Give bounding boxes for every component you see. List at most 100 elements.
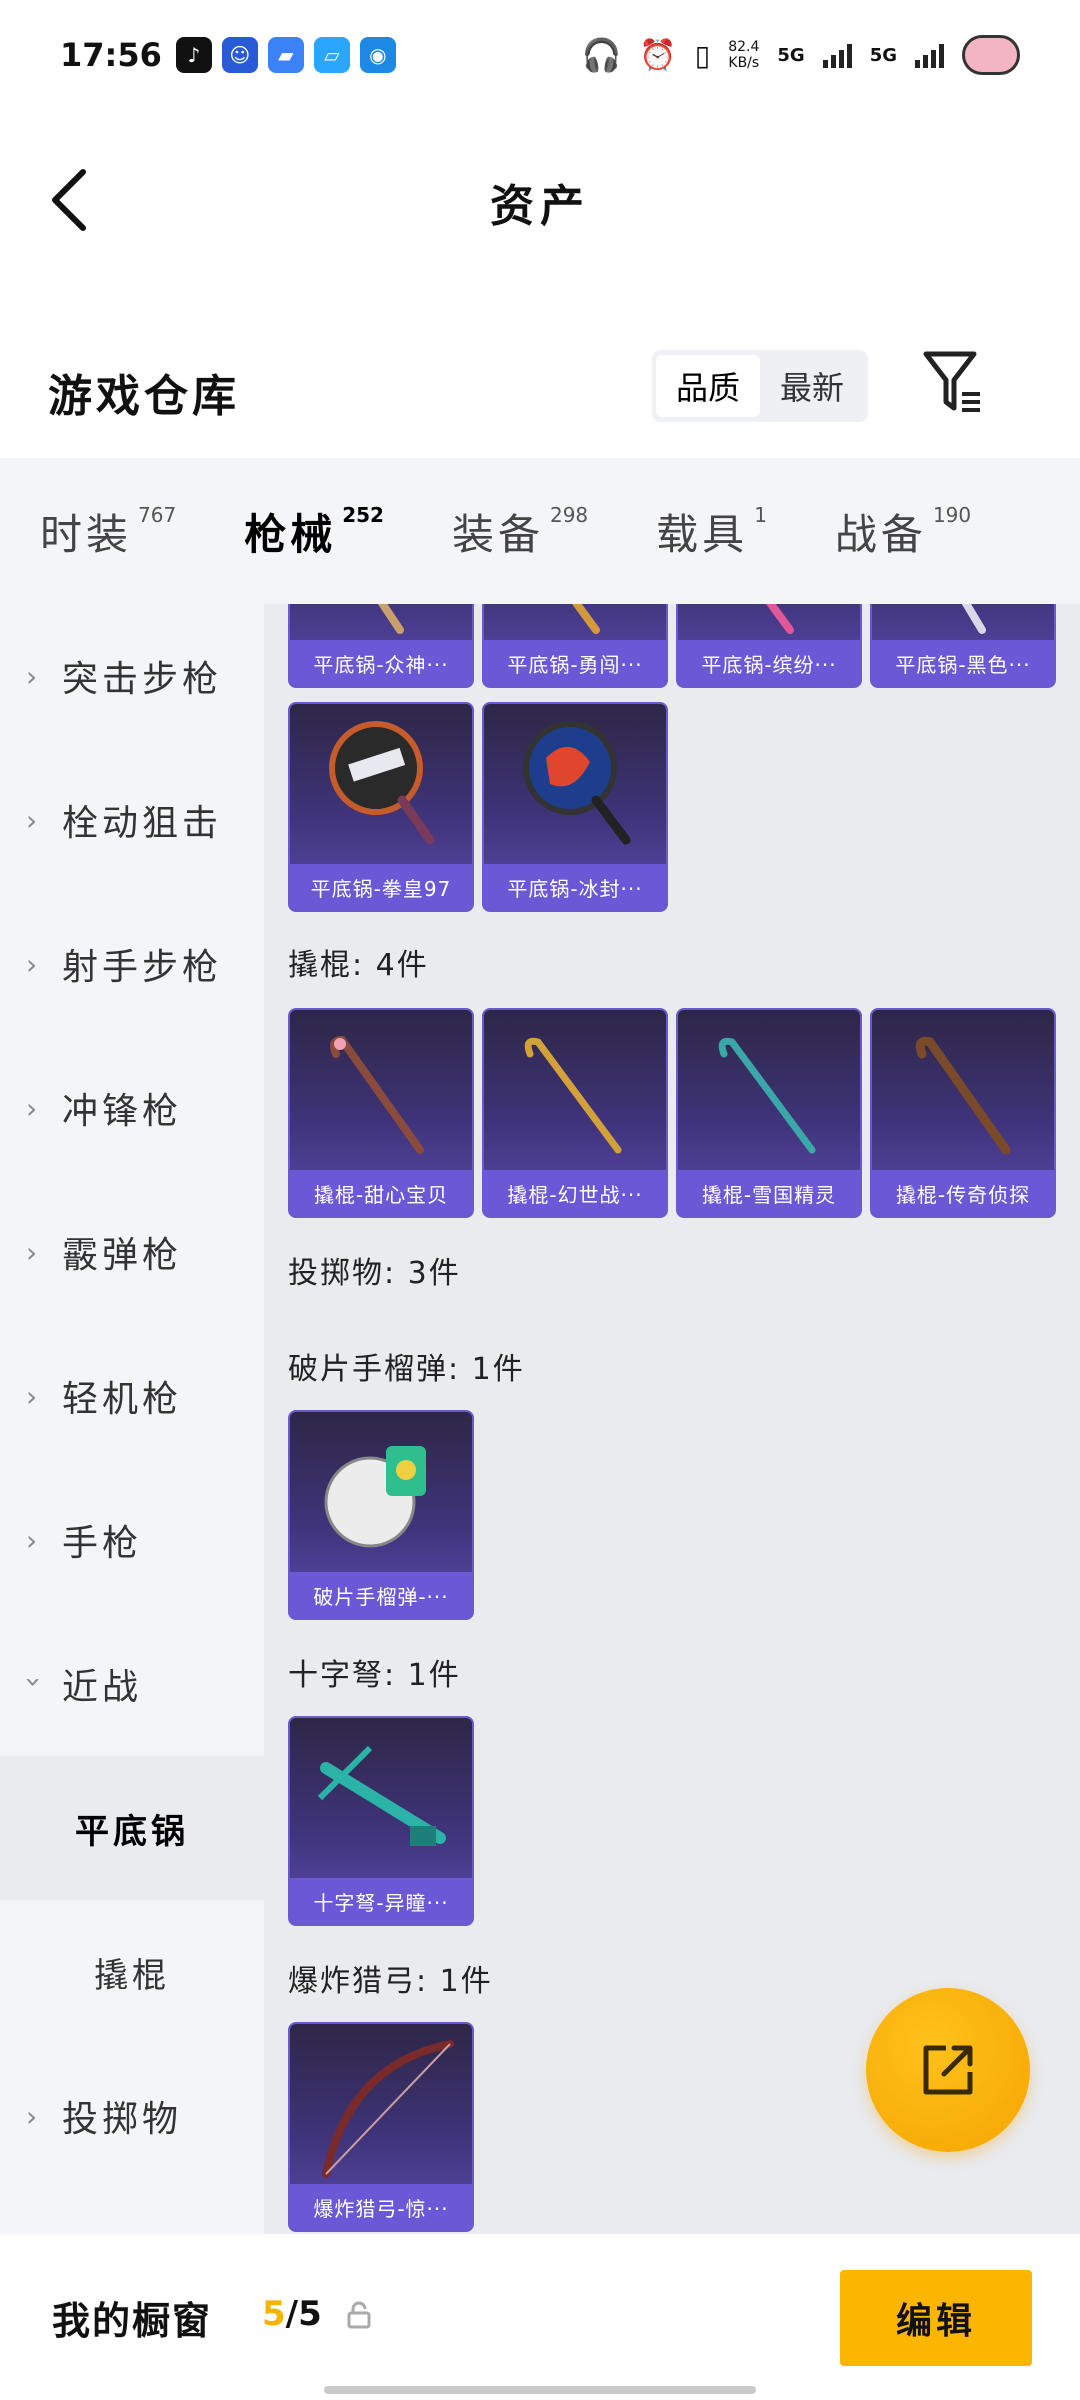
crowbar-icon — [524, 1037, 622, 1154]
item-card[interactable]: 平底锅-众神··· — [288, 604, 474, 688]
category-pistol[interactable]: › 手枪 — [0, 1468, 264, 1612]
item-label: 平底锅-勇闯··· — [484, 640, 666, 686]
item-card[interactable]: 爆炸猎弓-惊··· — [288, 2022, 474, 2232]
tab-label: 枪械 — [244, 509, 337, 559]
item-label: 平底锅-缤纷··· — [678, 640, 860, 686]
warehouse-bar: 游戏仓库 品质 最新 — [0, 340, 1080, 440]
item-card[interactable]: 平底锅-勇闯··· — [482, 604, 668, 688]
item-card[interactable]: 平底锅-缤纷··· — [676, 604, 862, 688]
speed-value: 82.4 — [728, 39, 760, 55]
signal-icon — [822, 42, 852, 68]
network-type-2: 5G — [869, 44, 897, 66]
network-type-1: 5G — [777, 44, 805, 66]
item-label: 平底锅-拳皇97 — [290, 864, 472, 910]
app-icon: ☺ — [221, 37, 258, 73]
item-card[interactable]: 撬棍-雪国精灵 — [676, 1008, 862, 1218]
item-label: 撬棍-甜心宝贝 — [290, 1170, 472, 1216]
pan-icon — [961, 604, 986, 634]
crowbar-icon — [330, 1035, 424, 1154]
share-icon — [923, 2045, 973, 2095]
item-label: 平底锅-众神··· — [290, 640, 472, 686]
tab-supplies[interactable]: 战备 190 — [835, 501, 971, 562]
pan-icon — [523, 721, 631, 845]
section-title-frag: 破片手榴弹: 1件 — [288, 1352, 525, 1387]
item-label: 撬棍-传奇侦探 — [872, 1170, 1054, 1216]
subcategory-pan[interactable]: 平底锅 — [0, 1756, 264, 1900]
warehouse-title: 游戏仓库 — [48, 371, 240, 422]
filter-button[interactable] — [920, 346, 984, 426]
showcase-count-current: 5 — [262, 2294, 286, 2334]
tab-label: 时装 — [40, 509, 133, 559]
item-card[interactable]: 十字弩-异瞳··· — [288, 1716, 474, 1926]
item-card[interactable]: 平底锅-冰封··· — [482, 702, 668, 912]
subcategory-crowbar[interactable]: 撬棍 — [0, 1900, 264, 2044]
category-label: 冲锋枪 — [62, 1091, 183, 1132]
filter-icon — [923, 351, 980, 412]
tiktok-icon: ♪ — [175, 37, 212, 73]
category-marksman-rifle[interactable]: › 射手步枪 — [0, 892, 264, 1036]
sort-newest[interactable]: 最新 — [760, 355, 864, 417]
status-time: 17:56 — [60, 36, 162, 74]
network-speed: 82.4 KB/s — [728, 39, 759, 71]
item-card[interactable]: 平底锅-拳皇97 — [288, 702, 474, 912]
category-smg[interactable]: › 冲锋枪 — [0, 1036, 264, 1180]
tab-label: 载具 — [656, 509, 749, 559]
category-throwable[interactable]: › 投掷物 — [0, 2044, 264, 2188]
section-title-crossbow: 十字弩: 1件 — [288, 1658, 461, 1693]
chevron-right-icon: › — [26, 1379, 42, 1413]
category-melee[interactable]: › 近战 — [0, 1612, 264, 1756]
pan-icon — [571, 604, 600, 634]
vibrate-icon: ▯ — [694, 38, 711, 72]
category-bolt-sniper[interactable]: › 栓动狙击 — [0, 748, 264, 892]
category-assault-rifle[interactable]: › 突击步枪 — [0, 604, 264, 748]
headphones-icon: 🎧 — [581, 36, 622, 74]
item-card[interactable]: 撬棍-甜心宝贝 — [288, 1008, 474, 1218]
item-label: 撬棍-幻世战··· — [484, 1170, 666, 1216]
crossbow-icon — [317, 1745, 446, 1846]
sort-toggle: 品质 最新 — [652, 350, 868, 422]
chevron-right-icon: › — [26, 1091, 42, 1125]
item-card[interactable]: 撬棍-传奇侦探 — [870, 1008, 1056, 1218]
tab-firearms[interactable]: 枪械 252 — [244, 501, 384, 619]
tab-vehicles[interactable]: 载具 1 — [656, 501, 767, 562]
crowbar-icon — [915, 1036, 1011, 1155]
share-button[interactable] — [866, 1988, 1030, 2152]
chevron-right-icon: › — [26, 659, 42, 693]
bow-icon — [322, 2040, 454, 2178]
lock-icon — [347, 2301, 371, 2329]
chevron-right-icon: › — [26, 1523, 42, 1557]
item-card[interactable]: 平底锅-黑色··· — [870, 604, 1056, 688]
tab-fashion[interactable]: 时装 767 — [40, 501, 176, 562]
tab-label: 战备 — [834, 509, 927, 559]
tab-count: 190 — [932, 502, 972, 527]
category-label: 霰弹枪 — [62, 1235, 183, 1276]
category-shotgun[interactable]: › 霰弹枪 — [0, 1180, 264, 1324]
app-icon: ▰ — [267, 37, 304, 73]
item-card[interactable]: 撬棍-幻世战··· — [482, 1008, 668, 1218]
category-tabs: 时装 767 枪械 252 装备 298 载具 1 战备 190 — [0, 458, 1080, 619]
sort-quality[interactable]: 品质 — [656, 355, 760, 417]
item-label: 平底锅-冰封··· — [484, 864, 666, 910]
item-label: 平底锅-黑色··· — [872, 640, 1054, 686]
alarm-icon: ⏰ — [639, 37, 677, 73]
pan-icon — [765, 604, 794, 634]
category-label: 栓动狙击 — [62, 803, 223, 844]
item-label: 十字弩-异瞳··· — [290, 1878, 472, 1924]
tab-equipment[interactable]: 装备 298 — [452, 501, 588, 562]
edit-button[interactable]: 编辑 — [840, 2270, 1032, 2366]
signal-icon — [915, 42, 944, 68]
pan-icon — [377, 604, 404, 634]
pan-icon — [329, 721, 435, 845]
item-card[interactable]: 破片手榴弹-··· — [288, 1410, 474, 1620]
category-lmg[interactable]: › 轻机枪 — [0, 1324, 264, 1468]
hotspot-icon: ◉ — [359, 37, 396, 73]
tab-count: 252 — [342, 502, 384, 527]
tab-count: 1 — [754, 502, 767, 527]
weapon-category-list: › 突击步枪 › 栓动狙击 › 射手步枪 › 冲锋枪 › 霰弹枪 › 轻机枪 ›… — [0, 604, 264, 2234]
status-bar: 17:56 ♪ ☺ ▰ ▱ ◉ 🎧 ⏰ ▯ 82.4 KB/s 5G 5G — [0, 0, 1080, 110]
item-label: 破片手榴弹-··· — [290, 1572, 472, 1618]
section-title-crowbar: 撬棍: 4件 — [288, 948, 429, 983]
category-label: 手枪 — [62, 1523, 143, 1564]
chevron-right-icon: › — [26, 2099, 42, 2133]
section-title-bow: 爆炸猎弓: 1件 — [288, 1964, 493, 1999]
